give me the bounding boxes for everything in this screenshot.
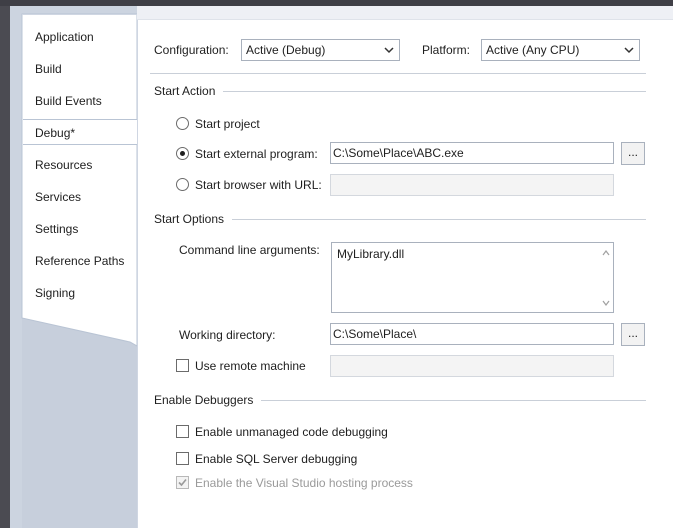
chevron-down-icon	[624, 47, 634, 54]
unmanaged-debugging-label: Enable unmanaged code debugging	[195, 425, 388, 439]
tab-reference-paths[interactable]: Reference Paths	[25, 248, 135, 274]
remote-machine-label: Use remote machine	[195, 359, 306, 373]
start-project-label: Start project	[195, 117, 260, 131]
platform-label: Platform:	[422, 43, 471, 57]
tabs-top-divider	[22, 14, 137, 15]
textarea-scrollbar[interactable]	[599, 243, 613, 312]
start-external-radio[interactable]	[176, 147, 189, 160]
configuration-label: Configuration:	[154, 43, 229, 57]
start-browser-radio[interactable]	[176, 178, 189, 191]
config-divider	[150, 73, 646, 74]
remote-machine-input[interactable]	[330, 355, 614, 377]
tab-services[interactable]: Services	[25, 184, 135, 210]
tab-settings[interactable]: Settings	[25, 216, 135, 242]
platform-dropdown[interactable]: Active (Any CPU)	[481, 39, 640, 61]
hosting-process-label: Enable the Visual Studio hosting process	[195, 476, 413, 490]
window-left-edge	[0, 6, 10, 528]
content-header-strip	[137, 6, 673, 20]
browser-url-input[interactable]	[330, 174, 614, 196]
working-directory-input[interactable]: C:\Some\Place\	[330, 323, 614, 345]
tab-resources[interactable]: Resources	[25, 152, 135, 178]
start-action-heading: Start Action	[154, 84, 224, 98]
unmanaged-debugging-checkbox[interactable]	[176, 425, 189, 438]
tab-signing[interactable]: Signing	[25, 280, 135, 306]
external-program-input[interactable]: C:\Some\Place\ABC.exe	[330, 142, 614, 164]
checkmark-icon	[178, 478, 187, 487]
command-line-label: Command line arguments:	[179, 243, 320, 257]
configuration-value: Active (Debug)	[246, 43, 326, 57]
browse-working-dir-button[interactable]: ...	[621, 323, 645, 346]
tab-debug[interactable]: Debug*	[23, 119, 137, 145]
radio-selected-dot	[180, 151, 185, 156]
browse-external-button[interactable]: ...	[621, 142, 645, 165]
platform-value: Active (Any CPU)	[486, 43, 580, 57]
tab-build-events[interactable]: Build Events	[25, 88, 135, 114]
start-external-label: Start external program:	[195, 147, 318, 161]
start-project-radio[interactable]	[176, 117, 189, 130]
hosting-process-checkbox[interactable]	[176, 476, 189, 489]
configuration-dropdown[interactable]: Active (Debug)	[241, 39, 400, 61]
working-directory-label: Working directory:	[179, 328, 276, 342]
start-action-rule	[154, 91, 646, 92]
enable-debuggers-heading: Enable Debuggers	[154, 393, 262, 407]
sql-debugging-label: Enable SQL Server debugging	[195, 452, 358, 466]
command-line-textarea[interactable]: MyLibrary.dll	[331, 242, 614, 313]
remote-machine-checkbox[interactable]	[176, 359, 189, 372]
command-line-value: MyLibrary.dll	[337, 247, 405, 261]
sql-debugging-checkbox[interactable]	[176, 452, 189, 465]
start-browser-label: Start browser with URL:	[195, 178, 322, 192]
chevron-down-icon	[384, 47, 394, 54]
scroll-arrows-icon	[602, 250, 610, 306]
tab-build[interactable]: Build	[25, 56, 135, 82]
tab-application[interactable]: Application	[25, 24, 135, 50]
start-options-heading: Start Options	[154, 212, 233, 226]
